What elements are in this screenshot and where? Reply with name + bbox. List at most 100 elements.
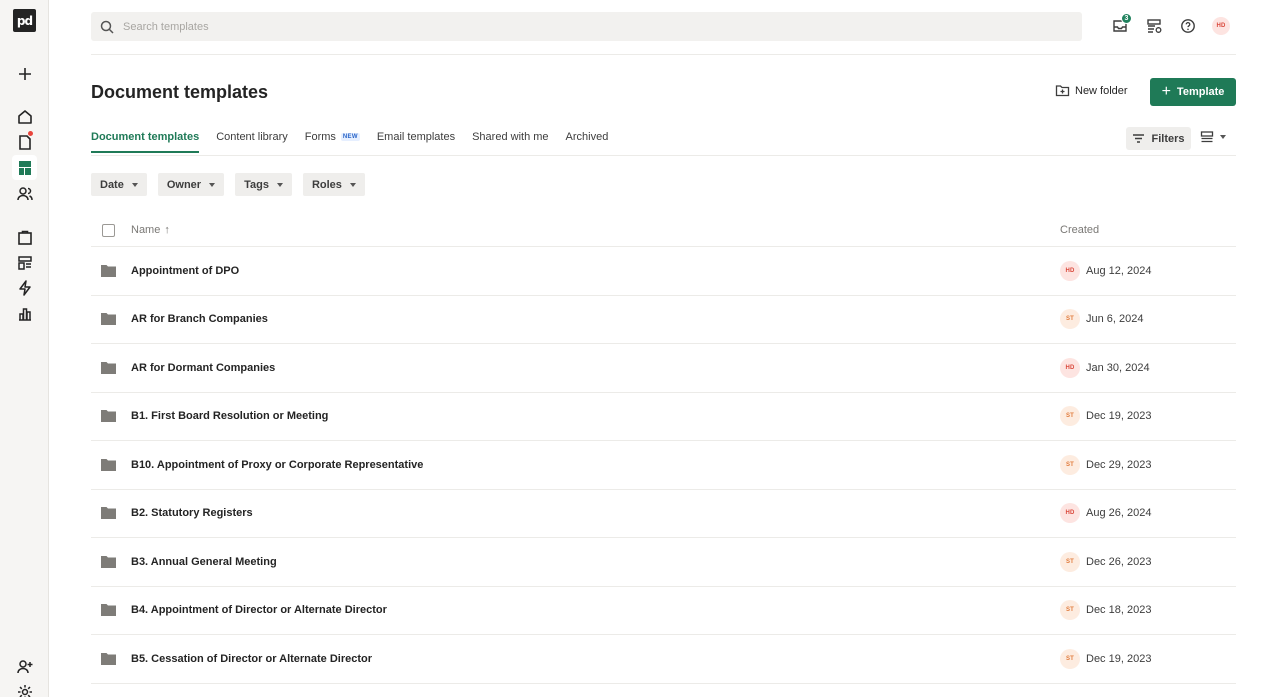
tab-label: Forms xyxy=(304,131,336,143)
new-folder-button[interactable]: New folder xyxy=(1055,83,1128,98)
template-name: AR for Branch Companies xyxy=(131,313,268,326)
template-name: B10. Appointment of Proxy or Corporate R… xyxy=(131,458,424,471)
table-row[interactable]: B4. Appointment of Director or Alternate… xyxy=(91,587,1236,635)
contacts-icon xyxy=(16,186,33,200)
table-row[interactable]: B1. First Board Resolution or Meeting ST D… xyxy=(91,393,1236,441)
add-template-button[interactable]: + Template xyxy=(1150,78,1236,106)
folder-icon xyxy=(101,507,116,520)
sidebar-item-reports[interactable] xyxy=(12,301,37,326)
pandadoc-logo[interactable]: pd xyxy=(13,9,36,32)
sidebar: pd xyxy=(0,0,49,697)
created-date: Jan 30, 2024 xyxy=(1086,361,1150,374)
reports-icon xyxy=(18,307,31,321)
select-all-checkbox[interactable] xyxy=(102,223,115,237)
folder-icon xyxy=(101,410,116,423)
sort-ascending-icon: ↑ xyxy=(164,224,170,236)
inbox-button[interactable]: 3 xyxy=(1110,13,1132,36)
owner-filter-dropdown[interactable]: Owner xyxy=(157,173,225,196)
chevron-down-icon xyxy=(209,182,216,187)
name-column-header[interactable]: Name ↑ xyxy=(131,224,170,236)
tab-forms[interactable]: Forms NEW xyxy=(305,131,360,152)
settings-button[interactable] xyxy=(12,679,37,697)
tab-shared-with-me[interactable]: Shared with me xyxy=(472,131,548,152)
folder-icon xyxy=(101,458,116,471)
table-row[interactable]: B10. Appointment of Proxy or Corporate R… xyxy=(91,441,1236,490)
chevron-down-icon xyxy=(1220,135,1226,139)
tags-filter-dropdown[interactable]: Tags xyxy=(235,173,292,196)
tab-archived[interactable]: Archived xyxy=(566,131,609,152)
chip-label: Date xyxy=(100,178,124,191)
tab-label: Email templates xyxy=(376,131,456,143)
table-header: Name ↑ Created xyxy=(91,214,1236,247)
sidebar-item-home[interactable] xyxy=(12,104,37,129)
owner-avatar: ST xyxy=(1060,551,1080,572)
sidebar-item-forms[interactable] xyxy=(12,250,37,275)
tab-label: Archived xyxy=(565,131,609,143)
folder-icon xyxy=(101,264,116,277)
filter-icon xyxy=(1133,134,1145,143)
user-avatar[interactable]: HD xyxy=(1212,17,1230,35)
workspace-settings-button[interactable] xyxy=(1144,16,1164,36)
invite-user-button[interactable] xyxy=(12,654,37,679)
created-date: Dec 19, 2023 xyxy=(1086,410,1152,423)
new-folder-icon xyxy=(1055,85,1070,97)
chevron-down-icon xyxy=(131,182,138,187)
template-name: B1. First Board Resolution or Meeting xyxy=(131,410,329,423)
tab-email-templates[interactable]: Email templates xyxy=(377,131,455,152)
search-input[interactable] xyxy=(123,20,1023,33)
table-row[interactable]: B3. Annual General Meeting ST Dec 26, 2023 xyxy=(91,538,1236,587)
template-name: B5. Cessation of Director or Alternate D… xyxy=(131,652,373,665)
chevron-down-icon xyxy=(349,182,356,187)
help-button[interactable] xyxy=(1178,16,1198,36)
roles-filter-dropdown[interactable]: Roles xyxy=(302,173,365,196)
created-date: Dec 18, 2023 xyxy=(1086,604,1152,617)
created-column-header[interactable]: Created xyxy=(1060,224,1099,236)
created-date: Dec 19, 2023 xyxy=(1086,652,1152,665)
table-row[interactable]: B2. Statutory Registers HD Aug 26, 2024 xyxy=(91,490,1236,538)
sidebar-item-contacts[interactable] xyxy=(12,181,37,206)
help-icon xyxy=(1181,19,1195,33)
created-date: Aug 26, 2024 xyxy=(1086,507,1152,520)
add-user-icon xyxy=(16,659,32,673)
sidebar-item-automation[interactable] xyxy=(12,275,37,300)
tab-label: Shared with me xyxy=(472,131,549,143)
automation-icon xyxy=(18,279,31,296)
tab-document-templates[interactable]: Document templates xyxy=(91,131,200,153)
table-body: Appointment of DPO HD Aug 12, 2024 AR for B… xyxy=(91,247,1236,684)
table-row[interactable]: B5. Cessation of Director or Alternate D… xyxy=(91,635,1236,684)
tab-label: Content library xyxy=(216,131,288,143)
template-name: B3. Annual General Meeting xyxy=(131,555,277,568)
notification-dot xyxy=(28,131,33,136)
sidebar-item-catalog[interactable] xyxy=(12,224,37,249)
filters-button[interactable]: Filters xyxy=(1126,127,1191,150)
sidebar-item-templates[interactable] xyxy=(12,155,37,180)
filters-label: Filters xyxy=(1151,132,1185,145)
forms-icon xyxy=(17,255,32,270)
date-filter-dropdown[interactable]: Date xyxy=(91,173,147,196)
search-bar[interactable] xyxy=(91,12,1082,41)
notification-badge: 3 xyxy=(1121,13,1132,24)
chip-label: Tags xyxy=(244,178,269,191)
folder-icon xyxy=(101,313,116,326)
owner-avatar: ST xyxy=(1060,406,1080,427)
chip-label: Roles xyxy=(311,178,342,191)
tabs-divider xyxy=(91,155,1236,156)
table-row[interactable]: Appointment of DPO HD Aug 12, 2024 xyxy=(91,247,1236,296)
created-date: Dec 29, 2023 xyxy=(1086,458,1152,471)
created-date: Jun 6, 2024 xyxy=(1086,313,1144,326)
filter-chips: Date Owner Tags Roles xyxy=(91,173,365,196)
tab-content-library[interactable]: Content library xyxy=(216,131,288,152)
folder-icon xyxy=(101,555,116,568)
owner-avatar: HD xyxy=(1060,357,1080,378)
create-button[interactable] xyxy=(12,61,37,86)
view-toggle-button[interactable] xyxy=(1200,130,1226,144)
owner-avatar: HD xyxy=(1060,503,1080,524)
sidebar-item-documents[interactable] xyxy=(12,129,37,154)
settings-icon xyxy=(17,684,32,697)
topbar-actions: 3 HD xyxy=(1110,13,1230,36)
new-badge: NEW xyxy=(340,133,360,141)
template-name: B2. Statutory Registers xyxy=(131,507,253,520)
table-row[interactable]: AR for Dormant Companies HD Jan 30, 2024 xyxy=(91,344,1236,393)
templates-icon xyxy=(18,160,31,175)
table-row[interactable]: AR for Branch Companies ST Jun 6, 2024 xyxy=(91,296,1236,344)
